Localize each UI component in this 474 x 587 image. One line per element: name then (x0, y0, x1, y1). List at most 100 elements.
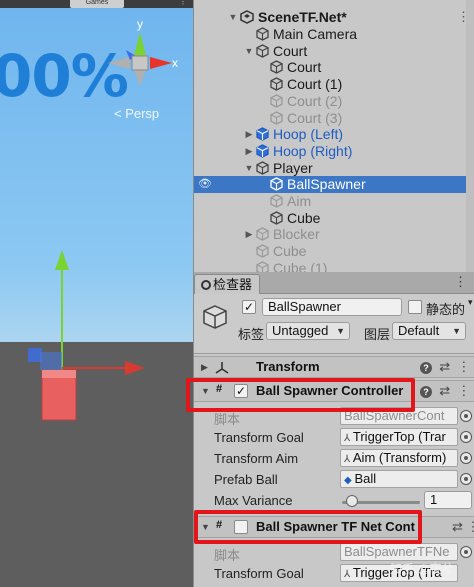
gameobject-cube-icon (202, 304, 228, 333)
presets-icon[interactable]: ⇄ (439, 359, 450, 374)
object-picker-icon[interactable] (460, 431, 472, 443)
hierarchy-item[interactable]: Court (194, 59, 474, 76)
help-icon[interactable]: ? (420, 361, 432, 374)
tab-menu-icon[interactable]: ⋮ (176, 0, 190, 8)
hierarchy-item-label: Cube (1) (273, 259, 328, 272)
component-menu-icon[interactable]: ⋮ (457, 383, 470, 398)
chevron-down-icon: ▼ (336, 326, 345, 336)
gizmo-x-cone (150, 57, 172, 69)
tab-games[interactable]: Games (70, 0, 124, 8)
hierarchy-item[interactable]: ▶ Hoop (Left) (194, 126, 474, 143)
inspector-tab-icon (201, 280, 211, 290)
highlight-box-tf-net (194, 510, 422, 544)
static-checkbox[interactable] (408, 300, 422, 314)
component-menu-icon[interactable]: ⋮ (467, 519, 474, 534)
transform-aim-value: Aim (Transform) (352, 450, 447, 465)
hierarchy-item-label: Blocker (273, 226, 320, 243)
script-label: 脚本 (214, 548, 241, 563)
prefab-ball-field[interactable]: ◆ Ball (340, 470, 458, 488)
hierarchy-item[interactable]: Aim (194, 193, 474, 210)
hierarchy-item[interactable]: ▶ Hoop (Right) (194, 143, 474, 160)
hierarchy-item-label: Main Camera (273, 26, 358, 42)
scene-floor (0, 342, 193, 587)
object-picker-icon[interactable] (460, 452, 472, 464)
hierarchy-item-label: Court (1) (287, 76, 343, 93)
gameobject-icon (270, 77, 283, 94)
presets-icon[interactable]: ⇄ (439, 383, 450, 398)
tag-dropdown[interactable]: Untagged ▼ (266, 322, 350, 340)
prefab-icon (256, 127, 269, 144)
object-picker-icon[interactable] (460, 473, 472, 485)
hierarchy-item[interactable]: BallSpawner 👁 (194, 176, 474, 194)
scene-root-row[interactable]: ▼ SceneTF.Net* ⋮ (194, 9, 474, 26)
transform-aim-field[interactable]: ⅄ Aim (Transform) (340, 449, 458, 467)
transform-component-header[interactable]: ▶ Transform ? ⇄ ⋮ (194, 356, 474, 378)
presets-icon[interactable]: ⇄ (452, 519, 463, 534)
max-variance-slider-thumb[interactable] (345, 495, 358, 507)
expand-arrow-icon[interactable]: ▼ (228, 12, 238, 22)
hierarchy-item-label: Cube (287, 209, 321, 226)
highlight-box-controller (186, 378, 415, 412)
gameobject-icon (256, 160, 269, 178)
inspector-tab-label: 检查器 (213, 277, 253, 292)
component-tools: ⇄ ⋮ (452, 519, 474, 535)
object-picker-icon[interactable] (460, 410, 472, 422)
prefab-ball-label: Prefab Ball (214, 472, 278, 487)
visibility-eye-icon[interactable]: 👁 (198, 177, 212, 190)
object-picker-icon[interactable] (460, 546, 472, 558)
gameobject-icon (270, 194, 283, 211)
hierarchy-item[interactable]: ▼ Player (194, 160, 474, 177)
hierarchy-item[interactable]: ▶ Blocker (194, 226, 474, 243)
collapse-arrow-icon[interactable]: ▶ (201, 362, 208, 373)
hierarchy-item[interactable]: Court (3) (194, 110, 474, 127)
hierarchy-scrollbar[interactable] (466, 0, 474, 272)
gizmo-center-cube (131, 55, 149, 71)
scene-tab-bar: Games ⋮ (0, 0, 193, 8)
inspector-menu-icon[interactable]: ⋮ (454, 274, 467, 290)
expand-arrow-icon[interactable]: ▶ (244, 146, 254, 157)
hierarchy-item[interactable]: Court (1) (194, 76, 474, 93)
hierarchy-item[interactable]: Cube (194, 210, 474, 227)
hierarchy-item-label: BallSpawner (287, 176, 366, 193)
hierarchy-item[interactable]: Court (2) (194, 93, 474, 110)
script-value: BallSpawnerTFNe (344, 544, 450, 559)
hierarchy-item-label: Player (273, 159, 313, 176)
transform-icon (214, 360, 230, 377)
hierarchy-item-label: Hoop (Right) (273, 142, 353, 159)
transform-icon: ⅄ (344, 454, 353, 465)
max-variance-value-field[interactable]: 1 (424, 491, 472, 509)
hierarchy-item[interactable]: Cube (1) (194, 260, 474, 272)
collapse-arrow-icon[interactable]: ▼ (244, 46, 254, 56)
persp-label[interactable]: < Persp (114, 106, 159, 121)
gameobject-icon (270, 177, 283, 194)
orientation-gizmo[interactable]: y x (100, 14, 182, 104)
object-name-field[interactable]: BallSpawner (262, 298, 402, 316)
expand-arrow-icon[interactable]: ▶ (244, 129, 254, 140)
static-label: 静态的 (426, 302, 466, 317)
collapse-arrow-icon[interactable]: ▼ (244, 163, 254, 173)
transform-icon: ⅄ (344, 433, 353, 444)
layer-value: Default (398, 323, 440, 338)
hierarchy-item[interactable]: ▼ Court (194, 43, 474, 60)
static-dropdown-icon[interactable]: ▾ (468, 297, 473, 308)
component-menu-icon[interactable]: ⋮ (457, 359, 470, 374)
hierarchy-item[interactable]: Main Camera (194, 26, 474, 43)
tab-inspector[interactable]: 检查器 (194, 274, 260, 294)
help-icon[interactable]: ? (420, 385, 432, 398)
expand-arrow-icon[interactable]: ▶ (244, 229, 254, 240)
scene-objects[interactable] (0, 230, 193, 587)
hierarchy-item-label: Court (3) (287, 109, 343, 126)
scene-view[interactable]: Games ⋮ 00% y x < Persp (0, 0, 193, 587)
active-checkbox[interactable]: ✓ (242, 300, 256, 314)
cube-blue-face (40, 352, 62, 370)
hierarchy-item[interactable]: Cube (194, 243, 474, 260)
script-field[interactable]: BallSpawnerTFNe (340, 543, 458, 561)
layer-dropdown[interactable]: Default ▼ (392, 322, 466, 340)
tag-value: Untagged (272, 323, 329, 338)
component-tools: ? ⇄ ⋮ (420, 383, 470, 399)
hierarchy-panel[interactable]: ▼ SceneTF.Net* ⋮ Main Camera ▼ Court Court C… (193, 0, 474, 272)
transform-goal-label: Transform Goal (214, 430, 304, 445)
transform-goal-field[interactable]: ⅄ TriggerTop (Trar (340, 428, 458, 446)
gameobject-icon (270, 210, 283, 228)
selected-cube-top (42, 370, 76, 378)
